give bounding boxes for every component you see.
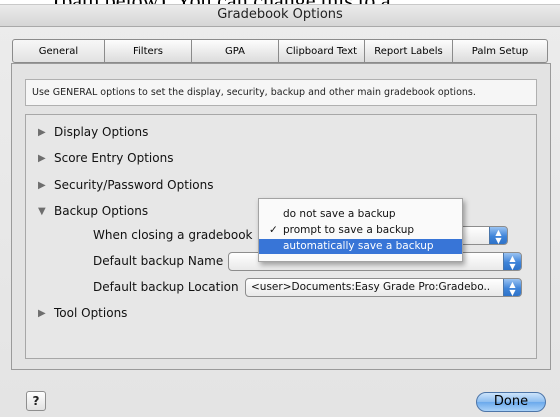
popup-value: <user>Documents:Easy Grade Pro:Gradebo..	[251, 281, 491, 293]
closing-action-menu: do not save a backup ✓ prompt to save a …	[258, 198, 463, 262]
section-score-entry-options[interactable]: ▶ Score Entry Options	[38, 151, 173, 165]
backup-location-label: Default backup Location	[93, 280, 239, 294]
section-label: Display Options	[54, 125, 149, 139]
title-bar[interactable]: Gradebook Options	[0, 5, 560, 27]
checkmark-icon: ✓	[269, 224, 278, 236]
section-backup-options[interactable]: ▼ Backup Options	[38, 204, 148, 218]
section-security-password-options[interactable]: ▶ Security/Password Options	[38, 178, 214, 192]
menu-item-label: automatically save a backup	[283, 240, 434, 252]
tab-filters[interactable]: Filters	[105, 39, 192, 63]
menu-item-label: prompt to save a backup	[283, 224, 415, 236]
section-label: Score Entry Options	[54, 151, 174, 165]
tab-gpa[interactable]: GPA	[192, 39, 279, 63]
section-label: Tool Options	[54, 306, 128, 320]
menu-item-auto-save[interactable]: automatically save a backup	[259, 239, 462, 254]
disclosure-right-icon[interactable]: ▶	[38, 180, 54, 191]
general-hint-text: Use GENERAL options to set the display, …	[25, 79, 537, 106]
disclosure-right-icon[interactable]: ▶	[38, 127, 54, 138]
closing-gradebook-label: When closing a gradebook	[93, 228, 253, 242]
disclosure-right-icon[interactable]: ▶	[38, 308, 54, 319]
tab-general[interactable]: General	[12, 39, 105, 63]
backup-location-popup[interactable]: <user>Documents:Easy Grade Pro:Gradebo..…	[245, 278, 522, 297]
tab-palm-setup[interactable]: Palm Setup	[453, 39, 548, 63]
section-label: Security/Password Options	[54, 178, 214, 192]
popup-arrows-icon: ▲ ▼	[503, 279, 521, 296]
backup-name-label: Default backup Name	[93, 254, 224, 268]
tab-report-labels[interactable]: Report Labels	[365, 39, 453, 63]
done-button[interactable]: Done	[476, 392, 546, 412]
menu-item-prompt-to-save[interactable]: ✓ prompt to save a backup	[259, 223, 462, 238]
section-label: Backup Options	[54, 204, 149, 218]
tab-clipboard-text[interactable]: Clipboard Text	[279, 39, 365, 63]
popup-arrows-icon: ▲ ▼	[489, 227, 507, 244]
menu-item-do-not-save[interactable]: do not save a backup	[259, 207, 462, 222]
help-button[interactable]: ?	[26, 391, 46, 411]
section-display-options[interactable]: ▶ Display Options	[38, 125, 148, 139]
tab-bar: General Filters GPA Clipboard Text Repor…	[12, 39, 548, 63]
window-title: Gradebook Options	[217, 7, 343, 22]
disclosure-right-icon[interactable]: ▶	[38, 153, 54, 164]
menu-item-label: do not save a backup	[283, 208, 396, 220]
section-tool-options[interactable]: ▶ Tool Options	[38, 306, 127, 320]
disclosure-down-icon[interactable]: ▼	[38, 206, 54, 217]
popup-arrows-icon: ▲ ▼	[503, 253, 521, 270]
